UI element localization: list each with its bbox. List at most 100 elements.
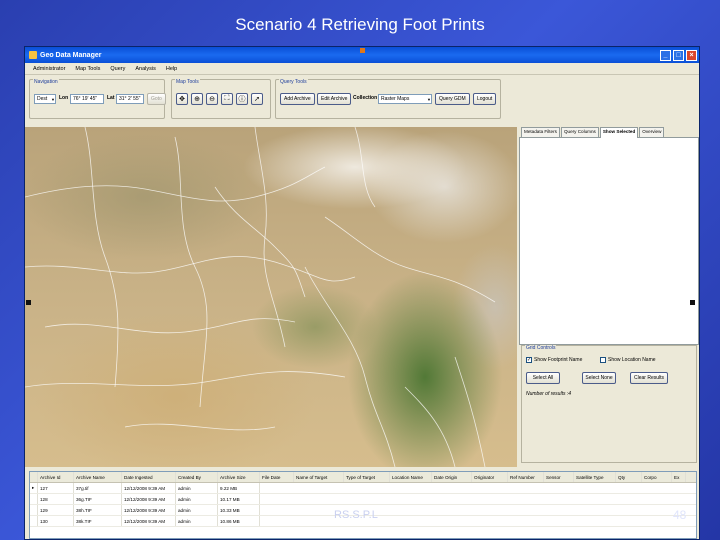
tab-show-selected[interactable]: Show Selected — [599, 127, 639, 138]
column-header[interactable]: Sensor — [544, 472, 574, 482]
identify-icon[interactable]: ⓘ — [236, 93, 248, 105]
edit-archive-button[interactable]: Edit Archive — [317, 93, 352, 105]
results-table[interactable]: Archive Id Archive Name Date Ingested Cr… — [29, 471, 697, 539]
panel-tabs: Metadata Filters Query Columns Show Sele… — [519, 127, 699, 138]
table-cell: 10.86 MB — [218, 516, 260, 526]
table-header: Archive Id Archive Name Date Ingested Cr… — [30, 472, 696, 483]
select-icon[interactable]: ➚ — [251, 93, 263, 105]
select-all-button[interactable]: Select All — [526, 372, 560, 384]
column-header[interactable]: Satellite Type — [574, 472, 616, 482]
table-row[interactable]: 128 36g.TIF 12/12/2008 9:39 AM admin 10.… — [30, 494, 696, 505]
minimize-icon[interactable]: _ — [660, 49, 671, 61]
column-header[interactable]: Archive Name — [74, 472, 122, 482]
maximize-icon[interactable]: □ — [673, 49, 684, 61]
navigation-dropdown-value: Dest — [37, 96, 48, 102]
table-cell: admin — [176, 516, 218, 526]
table-cell: admin — [176, 483, 218, 493]
navigation-group-label: Navigation — [33, 79, 59, 85]
query-tools-group-label: Query Tools — [279, 79, 308, 85]
footer-text: RS.S.P.L — [334, 509, 378, 521]
close-icon[interactable]: × — [686, 49, 697, 61]
row-selector[interactable] — [30, 516, 38, 526]
column-header[interactable]: Date Ingested — [122, 472, 176, 482]
menu-analysis[interactable]: Analysis — [135, 66, 155, 72]
table-cell: 9.22 MB — [218, 483, 260, 493]
tab-overview[interactable]: Overview — [639, 127, 665, 137]
window-title: Geo Data Manager — [40, 51, 102, 59]
column-header[interactable]: Location Name — [390, 472, 432, 482]
table-row[interactable]: ▸ 127 37g.tif 12/12/2008 9:39 AM admin 9… — [30, 483, 696, 494]
add-archive-button[interactable]: Add Archive — [280, 93, 315, 105]
side-panel: Metadata Filters Query Columns Show Sele… — [519, 127, 699, 467]
menu-query[interactable]: Query — [110, 66, 125, 72]
column-header[interactable]: Qty — [616, 472, 642, 482]
pan-icon[interactable]: ✥ — [176, 93, 188, 105]
resize-handle — [690, 300, 695, 305]
column-header[interactable]: Ref Number — [508, 472, 544, 482]
table-cell: 12/12/2008 9:39 AM — [122, 505, 176, 515]
row-selector[interactable]: ▸ — [30, 483, 38, 493]
checkbox-unchecked-icon — [600, 357, 606, 363]
row-selector[interactable] — [30, 494, 38, 504]
grid-controls-group: Grid Controls ✓ Show Footprint Name Show… — [521, 345, 697, 463]
column-header[interactable]: Name of Target — [294, 472, 344, 482]
tab-metadata-filters[interactable]: Metadata Filters — [521, 127, 560, 137]
table-cell: admin — [176, 505, 218, 515]
table-cell: 130 — [38, 516, 74, 526]
select-none-button[interactable]: Select None — [582, 372, 616, 384]
zoom-out-icon[interactable]: ⊖ — [206, 93, 218, 105]
table-cell: 12/12/2008 9:39 AM — [122, 516, 176, 526]
menu-help[interactable]: Help — [166, 66, 177, 72]
column-header[interactable]: Corpo — [642, 472, 672, 482]
chevron-down-icon: ▼ — [51, 96, 55, 102]
collection-select-value: Raster Maps — [381, 96, 410, 102]
menu-map-tools[interactable]: Map Tools — [75, 66, 100, 72]
query-gdm-button[interactable]: Query GDM — [435, 93, 470, 105]
zoom-in-icon[interactable]: ⊕ — [191, 93, 203, 105]
show-footprint-checkbox[interactable]: ✓ Show Footprint Name — [526, 357, 582, 363]
collection-label: Collection — [353, 95, 378, 101]
map-view[interactable] — [25, 127, 517, 467]
tab-content — [519, 137, 699, 345]
show-location-checkbox[interactable]: Show Location Name — [600, 357, 656, 363]
table-cell: 38k.TIF — [74, 516, 122, 526]
lon-field[interactable]: 76° 19' 45" — [70, 94, 104, 104]
lat-field[interactable]: 31° 2' 55" — [116, 94, 144, 104]
tab-query-columns[interactable]: Query Columns — [560, 127, 599, 137]
column-header[interactable]: Originator — [472, 472, 508, 482]
page-number: 48 — [673, 508, 687, 522]
full-extent-icon[interactable]: ⛶ — [221, 93, 233, 105]
table-cell: 36g.TIF — [74, 494, 122, 504]
row-selector[interactable] — [30, 505, 38, 515]
column-header[interactable]: Created By — [176, 472, 218, 482]
goto-button[interactable]: Goto — [147, 93, 166, 105]
lat-label: Lat — [107, 95, 115, 101]
collection-select[interactable]: Raster Maps ▼ — [378, 94, 432, 104]
chevron-down-icon: ▼ — [427, 96, 431, 102]
clear-results-button[interactable]: Clear Results — [630, 372, 668, 384]
menu-bar: Administrator Map Tools Query Analysis H… — [25, 63, 699, 75]
navigation-dropdown[interactable]: Dest ▼ — [34, 94, 56, 104]
show-footprint-label: Show Footprint Name — [534, 357, 583, 363]
table-cell: 128 — [38, 494, 74, 504]
column-header[interactable]: Date Origin — [432, 472, 472, 482]
show-location-label: Show Location Name — [608, 357, 656, 363]
menu-administrator[interactable]: Administrator — [33, 66, 65, 72]
table-cell: 12/12/2008 9:39 AM — [122, 483, 176, 493]
column-header[interactable]: Archive Id — [38, 472, 74, 482]
column-header[interactable]: Ex — [672, 472, 686, 482]
checkbox-checked-icon: ✓ — [526, 357, 532, 363]
column-header[interactable]: Archive Size — [218, 472, 260, 482]
grid-controls-label: Grid Controls — [525, 345, 557, 351]
map-tools-group: Map Tools ✥ ⊕ ⊖ ⛶ ⓘ ➚ — [171, 79, 271, 119]
results-count: Number of results :4 — [526, 391, 572, 397]
table-cell: 10.33 MB — [218, 505, 260, 515]
table-cell: 12/12/2008 9:39 AM — [122, 494, 176, 504]
column-header[interactable]: Type of Target — [344, 472, 390, 482]
row-selector-header — [30, 472, 38, 482]
column-header[interactable]: File Date — [260, 472, 294, 482]
logout-button[interactable]: Logout — [473, 93, 497, 105]
table-cell: admin — [176, 494, 218, 504]
navigation-group: Navigation Dest ▼ Lon 76° 19' 45" Lat 31… — [29, 79, 166, 119]
map-tools-group-label: Map Tools — [175, 79, 200, 85]
